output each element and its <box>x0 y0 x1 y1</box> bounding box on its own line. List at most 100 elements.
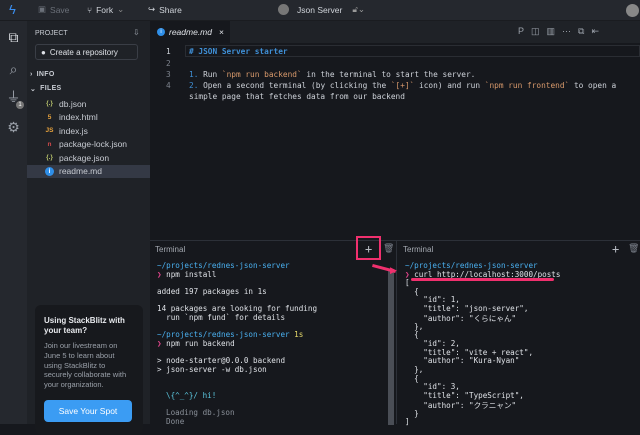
annotation-highlight-box <box>356 236 381 260</box>
terminal-output-line: "title": "vite + react", <box>405 347 534 357</box>
promo-body: Join our livestream on June 5 to learn a… <box>44 341 127 390</box>
share-label: Share <box>159 4 182 15</box>
file-type-icon: i <box>45 166 54 176</box>
add-terminal-icon[interactable]: + <box>612 242 619 256</box>
terminal-right[interactable]: Terminal + 🗑︎ ~/projects/rednes-json-ser… <box>397 240 640 426</box>
prompt-arrow: ❯ <box>157 269 162 279</box>
inline-code: `npm run frontend` <box>484 81 570 90</box>
terminal-output-line: { <box>405 330 419 340</box>
trash-icon[interactable]: 🗑︎ <box>383 244 394 254</box>
share-icon: ↪ <box>148 4 156 14</box>
split-editor-icon[interactable]: ▥ <box>547 26 563 36</box>
file-name: package.json <box>59 152 110 163</box>
editor-actions[interactable]: P◫▥⋯⧉⇤ <box>518 26 606 37</box>
section-info[interactable]: › INFO <box>30 71 55 78</box>
file-name: readme.md <box>59 166 102 176</box>
create-repository-button[interactable]: ● Create a repository <box>35 44 138 60</box>
terminal-line: run `npm fund` for details <box>157 313 286 322</box>
terminal-output-line: "id": 2, <box>405 338 460 348</box>
collapse-icon[interactable]: ⇤ <box>591 26 606 36</box>
lock-icon: 🔓︎⌄ <box>352 4 365 14</box>
file-name: package-lock.json <box>59 139 128 149</box>
prompt-path: ~/projects/rednes-json-server <box>157 330 290 339</box>
annotation-arrow-head: ▶ <box>390 265 397 275</box>
terminal-output-line: } <box>405 408 419 418</box>
file-name: db.json <box>59 98 87 109</box>
terminal-line: ❯ npm install <box>157 270 216 279</box>
terminal-title: Terminal <box>403 245 434 254</box>
list-marker: 1. <box>189 70 199 79</box>
save-button[interactable]: ▣ Save <box>38 4 69 15</box>
scrollbar[interactable] <box>388 269 394 425</box>
section-files[interactable]: ⌄ FILES <box>30 85 62 93</box>
terminal-left[interactable]: Terminal + 🗑︎ ~/projects/rednes-json-ser… <box>150 236 397 426</box>
file-item[interactable]: i readme.md <box>27 164 150 178</box>
file-item[interactable]: n package-lock.json <box>27 138 150 151</box>
open-external-icon[interactable]: ⧉ <box>578 26 591 36</box>
more-icon[interactable]: ⋯ <box>562 26 578 36</box>
terminal-output-line: }, <box>405 365 424 374</box>
github-icon: ● <box>41 47 46 57</box>
project-heading: PROJECT <box>35 30 68 37</box>
file-name: index.js <box>59 125 88 136</box>
preview-icon[interactable]: P <box>518 26 531 36</box>
file-item[interactable]: 5 index.html <box>27 111 150 124</box>
chevron-right-icon: › <box>30 71 33 78</box>
cloud-download-icon[interactable]: ⇩ <box>133 28 140 37</box>
search-icon[interactable]: ⌕ <box>5 61 22 78</box>
project-title[interactable]: Json Server 🔓︎⌄ <box>278 4 365 15</box>
fork-button[interactable]: ⑂ Fork ⌄ <box>87 4 124 15</box>
terminal-output-line: "id": 1, <box>405 295 460 305</box>
promo-card: Using StackBlitz with your team? Join ou… <box>35 305 143 435</box>
file-item[interactable]: {.} package.json <box>27 151 150 164</box>
terminal-line: > node-starter@0.0.0 backend <box>157 356 286 365</box>
terminal-output-line: "title": "TypeScript", <box>405 391 524 401</box>
terminal-line: ❯ npm run backend <box>157 339 235 348</box>
save-icon: ▣ <box>38 4 47 14</box>
terminal-line: added 197 packages in 1s <box>157 287 267 296</box>
terminal-output-line: [ <box>405 278 410 287</box>
line-number: 4 <box>166 81 171 90</box>
terminal-output-line: "author": "Kura-Nyan" <box>405 356 520 366</box>
file-type-icon: 5 <box>47 113 52 121</box>
split-preview-icon[interactable]: ◫ <box>531 26 547 36</box>
code-line-4: 2. Open a second terminal (by clicking t… <box>189 81 616 90</box>
promo-title: Using StackBlitz with your team? <box>44 316 125 335</box>
stackblitz-logo-icon[interactable]: ϟ <box>9 2 16 17</box>
tab-readme[interactable]: i readme.md × <box>150 21 230 43</box>
file-item[interactable]: JS index.js <box>27 124 150 137</box>
files-icon[interactable]: ⧉ <box>5 29 22 46</box>
file-item[interactable]: {.} db.json <box>27 97 150 110</box>
terminal-line: Done <box>166 417 185 426</box>
sidebar: PROJECT ⇩ ● Create a repository › INFO ⌄ FI… <box>27 21 150 435</box>
file-name: index.html <box>59 112 98 122</box>
terminal-line: 14 packages are looking for funding <box>157 304 318 313</box>
file-type-icon: n <box>47 140 52 148</box>
activity-bar: ⧉ ⌕ ⏚ 1 ⚙ <box>0 21 27 424</box>
tab-label: readme.md <box>169 27 212 37</box>
fork-label: Fork <box>96 4 114 15</box>
text: to open a <box>569 81 617 90</box>
create-repository-label: Create a repository <box>49 47 118 57</box>
text: icon) and run <box>414 81 485 90</box>
prompt-arrow: ❯ <box>157 339 162 348</box>
section-files-label: FILES <box>40 85 62 92</box>
terminal-line: ~/projects/rednes-json-server 1s <box>157 330 303 339</box>
inline-code: `[+]` <box>390 81 415 90</box>
command: npm install <box>166 269 217 279</box>
code-editor[interactable]: 1 2 3 4 # JSON Server starter 1. Run `np… <box>150 43 640 240</box>
line-number: 2 <box>166 59 171 68</box>
text: in the terminal to start the server. <box>301 70 476 79</box>
terminal-output-line: "id": 3, <box>405 382 460 392</box>
info-icon: i <box>157 28 165 36</box>
user-avatar[interactable] <box>626 4 639 17</box>
terminal-line: > json-server -w db.json <box>157 365 267 374</box>
file-type-icon: {.} <box>46 154 53 161</box>
share-button[interactable]: ↪ Share <box>148 4 182 15</box>
gear-icon[interactable]: ⚙ <box>5 119 22 136</box>
close-icon[interactable]: × <box>219 27 224 37</box>
save-your-spot-button[interactable]: Save Your Spot <box>44 400 132 422</box>
trash-icon[interactable]: 🗑︎ <box>628 244 639 254</box>
command: npm run backend <box>166 339 235 348</box>
code-line-1: # JSON Server starter <box>189 47 288 56</box>
